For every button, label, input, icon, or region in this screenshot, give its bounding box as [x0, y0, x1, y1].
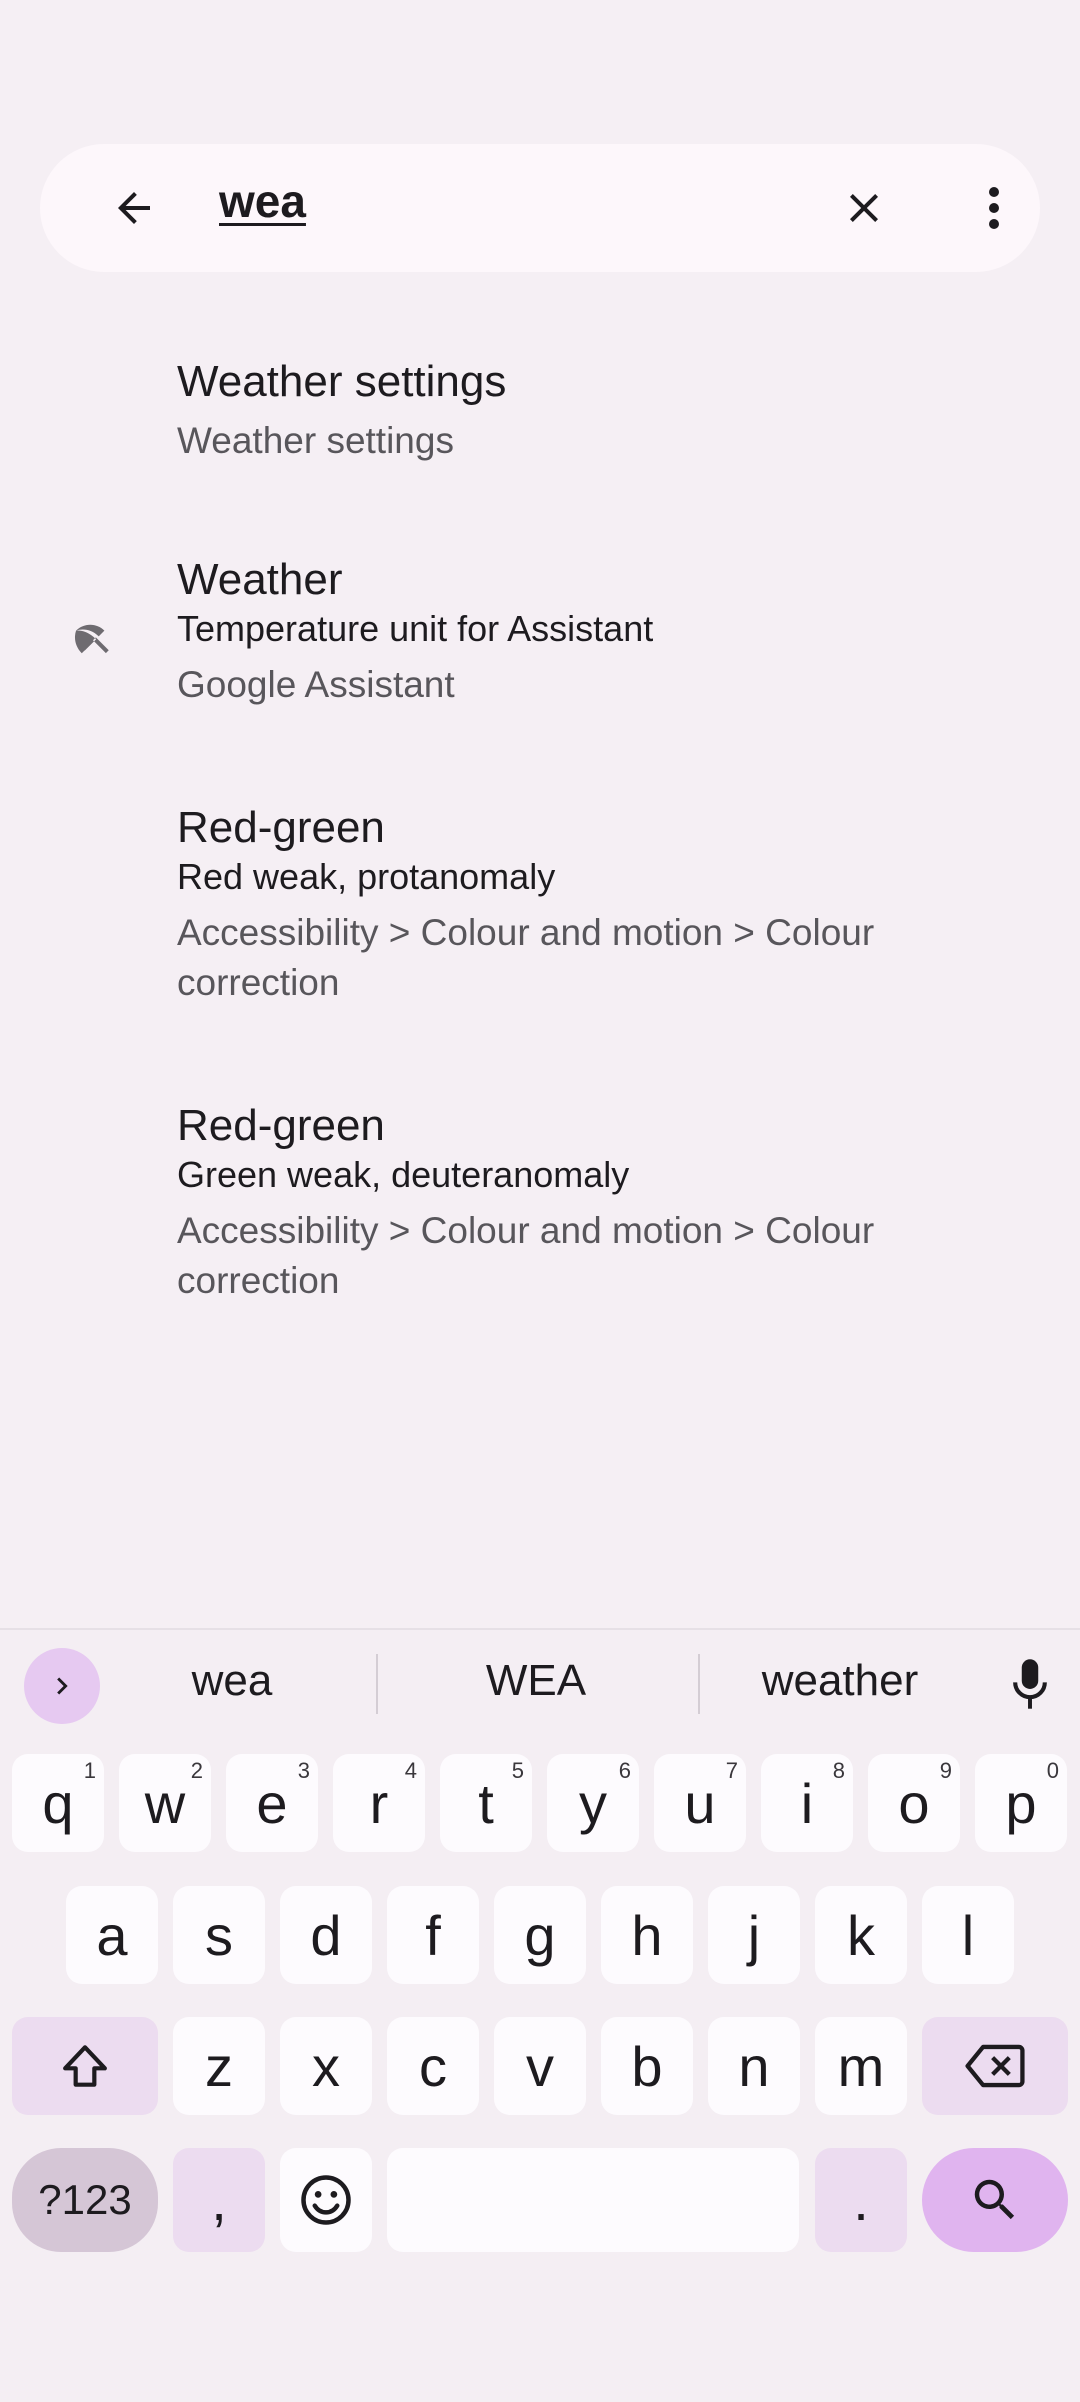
comma-key[interactable]: , [173, 2148, 265, 2252]
shift-key[interactable] [12, 2017, 158, 2115]
key-r[interactable]: r4 [333, 1754, 425, 1852]
key-e[interactable]: e3 [226, 1754, 318, 1852]
key-b[interactable]: b [601, 2017, 693, 2115]
search-bar: wea [40, 144, 1040, 272]
more-vert-icon[interactable] [982, 184, 1006, 232]
key-m[interactable]: m [815, 2017, 907, 2115]
search-result-2[interactable]: Weather Temperature unit for Assistant G… [177, 554, 1037, 710]
emoji-icon [301, 2175, 351, 2225]
key-a[interactable]: a [66, 1886, 158, 1984]
space-key[interactable] [387, 2148, 799, 2252]
key-o[interactable]: o9 [868, 1754, 960, 1852]
result-title: Red-green [177, 803, 385, 852]
suggestion-divider [376, 1654, 378, 1714]
result-path: Accessibility > Colour and motion > Colo… [177, 1210, 875, 1301]
key-p[interactable]: p0 [975, 1754, 1067, 1852]
result-title: Weather [177, 555, 343, 604]
result-title: Red-green [177, 1101, 385, 1150]
shift-icon [63, 2045, 107, 2087]
search-icon [974, 2179, 1015, 2220]
backspace-key[interactable] [922, 2017, 1068, 2115]
backspace-icon [965, 2044, 1025, 2088]
key-i[interactable]: i8 [761, 1754, 853, 1852]
key-c[interactable]: c [387, 2017, 479, 2115]
key-z[interactable]: z [173, 2017, 265, 2115]
suggestion-2[interactable]: WEA [436, 1656, 636, 1706]
search-result-1[interactable]: Weather settings Weather settings [177, 356, 1037, 466]
symbols-key[interactable]: ?123 [12, 2148, 158, 2252]
result-path: Accessibility > Colour and motion > Colo… [177, 912, 875, 1003]
key-u[interactable]: u7 [654, 1754, 746, 1852]
suggestion-expand-button[interactable] [24, 1648, 100, 1724]
key-d[interactable]: d [280, 1886, 372, 1984]
key-k[interactable]: k [815, 1886, 907, 1984]
close-icon[interactable] [840, 184, 888, 232]
key-y[interactable]: y6 [547, 1754, 639, 1852]
result-path: Google Assistant [177, 664, 455, 705]
key-f[interactable]: f [387, 1886, 479, 1984]
result-subtitle: Red weak, protanomaly [177, 856, 556, 897]
result-subtitle: Temperature unit for Assistant [177, 608, 654, 649]
microphone-icon[interactable] [1010, 1656, 1050, 1712]
key-x[interactable]: x [280, 2017, 372, 2115]
suggestion-divider [698, 1654, 700, 1714]
chevron-right-icon [57, 1677, 68, 1695]
keyboard [0, 1628, 1080, 2402]
period-key[interactable]: . [815, 2148, 907, 2252]
arrow-back-icon[interactable] [110, 184, 158, 232]
key-t[interactable]: t5 [440, 1754, 532, 1852]
emoji-key[interactable] [280, 2148, 372, 2252]
key-s[interactable]: s [173, 1886, 265, 1984]
key-v[interactable]: v [494, 2017, 586, 2115]
result-path: Weather settings [177, 420, 454, 461]
search-key[interactable] [922, 2148, 1068, 2252]
key-n[interactable]: n [708, 2017, 800, 2115]
key-h[interactable]: h [601, 1886, 693, 1984]
suggestion-1[interactable]: wea [132, 1656, 332, 1706]
key-j[interactable]: j [708, 1886, 800, 1984]
result-title: Weather settings [177, 357, 507, 406]
weather-umbrella-icon [74, 624, 109, 654]
search-result-4[interactable]: Red-green Green weak, deuteranomaly Acce… [177, 1100, 1037, 1306]
key-w[interactable]: w2 [119, 1754, 211, 1852]
result-subtitle: Green weak, deuteranomaly [177, 1154, 630, 1195]
key-g[interactable]: g [494, 1886, 586, 1984]
search-input[interactable]: wea [219, 174, 306, 228]
key-l[interactable]: l [922, 1886, 1014, 1984]
suggestion-3[interactable]: weather [740, 1656, 940, 1706]
search-result-3[interactable]: Red-green Red weak, protanomaly Accessib… [177, 802, 1037, 1008]
key-q[interactable]: q1 [12, 1754, 104, 1852]
